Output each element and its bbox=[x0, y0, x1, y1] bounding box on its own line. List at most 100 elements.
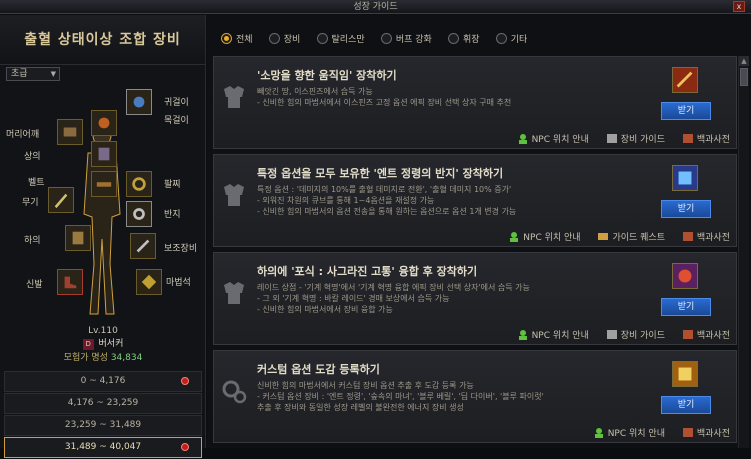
receive-button[interactable]: 받기 bbox=[661, 396, 711, 414]
encyclopedia-icon bbox=[682, 134, 693, 143]
grade-value: 초급 bbox=[11, 69, 28, 79]
alert-dot-icon bbox=[181, 377, 189, 385]
encyclopedia-link[interactable]: 백과사전 bbox=[682, 328, 730, 341]
slot-label-shoulder: 머리어깨 bbox=[6, 130, 40, 140]
encyclopedia-link[interactable]: 백과사전 bbox=[682, 132, 730, 145]
link-label: 백과사전 bbox=[696, 233, 730, 243]
encyclopedia-icon bbox=[682, 428, 693, 437]
filter-emblem[interactable]: 휘장 bbox=[447, 33, 480, 47]
npc-location-link[interactable]: NPC 위치 안내 bbox=[517, 328, 589, 341]
link-label: NPC 위치 안내 bbox=[531, 331, 589, 341]
npc-location-link[interactable]: NPC 위치 안내 bbox=[517, 132, 589, 145]
npc-icon bbox=[510, 232, 519, 242]
guide-book-icon bbox=[606, 330, 617, 339]
npc-icon bbox=[594, 428, 603, 438]
fame-label: 모험가 명성 bbox=[63, 353, 108, 363]
armor-icon bbox=[224, 282, 244, 304]
radio-icon bbox=[221, 33, 232, 44]
guide-title: '소망을 향한 움직임' 장착하기 bbox=[257, 69, 397, 82]
armor-icon bbox=[224, 184, 244, 206]
slot-label-pants: 하의 bbox=[24, 236, 41, 246]
grade-dropdown[interactable]: 초급 ▼ bbox=[6, 67, 60, 81]
reward-item-icon bbox=[672, 67, 698, 93]
npc-location-link[interactable]: NPC 위치 안내 bbox=[508, 230, 581, 243]
filter-talisman[interactable]: 탈리스만 bbox=[316, 33, 365, 47]
equipment-guide-link[interactable]: 장비 가이드 bbox=[606, 328, 665, 341]
belt-slot[interactable] bbox=[91, 171, 117, 197]
range-label: 31,489 ~ 40,047 bbox=[64, 442, 142, 452]
gear-icon bbox=[222, 380, 247, 404]
filter-etc[interactable]: 기타 bbox=[495, 33, 527, 47]
link-label: 장비 가이드 bbox=[620, 135, 665, 145]
fusion-reward-icon bbox=[672, 263, 698, 289]
sub-equipment-slot[interactable] bbox=[130, 233, 156, 259]
link-label: NPC 위치 안내 bbox=[531, 135, 589, 145]
character-name: D 버서커 bbox=[0, 337, 206, 351]
character-level: Lv.110 bbox=[88, 326, 118, 336]
filter-label: 장비 bbox=[283, 35, 301, 45]
equipment-guide-link[interactable]: 장비 가이드 bbox=[606, 132, 665, 145]
link-label: 가이드 퀘스트 bbox=[612, 233, 665, 243]
category-filters: 전체 장비 탈리스만 버프 강화 휘장 기타 bbox=[221, 33, 540, 49]
filter-equipment[interactable]: 장비 bbox=[268, 33, 301, 47]
character-info: Lv.110 D 버서커 모험가 명성 34,834 bbox=[0, 325, 206, 370]
guide-list: '소망을 향한 움직임' 장착하기 빼앗긴 땅, 이스핀즈에서 습득 가능 - … bbox=[213, 56, 737, 448]
filter-label: 휘장 bbox=[462, 35, 480, 45]
encyclopedia-link[interactable]: 백과사전 bbox=[682, 426, 730, 439]
shoes-slot[interactable] bbox=[57, 269, 83, 295]
left-header: 출혈 상태이상 조합 장비 bbox=[0, 15, 205, 65]
top-slot[interactable] bbox=[91, 141, 117, 167]
pants-slot[interactable] bbox=[65, 225, 91, 251]
range-label: 4,176 ~ 23,259 bbox=[67, 398, 139, 408]
guide-card: '소망을 향한 움직임' 장착하기 빼앗긴 땅, 이스핀즈에서 습득 가능 - … bbox=[213, 56, 737, 149]
guide-card: 특정 옵션을 모두 보유한 '엔트 정령의 반지' 장착하기 특정 옵션 : '… bbox=[213, 154, 737, 247]
link-label: 백과사전 bbox=[696, 135, 730, 145]
magic-stone-slot[interactable] bbox=[136, 269, 162, 295]
fame-range-1[interactable]: 4,176 ~ 23,259 bbox=[4, 393, 202, 414]
npc-icon bbox=[518, 330, 527, 340]
earring-slot[interactable] bbox=[126, 89, 152, 115]
weapon-slot[interactable] bbox=[48, 187, 74, 213]
option-reward-icon bbox=[672, 361, 698, 387]
receive-button[interactable]: 받기 bbox=[661, 102, 711, 120]
scroll-up-icon[interactable]: ▲ bbox=[739, 56, 749, 66]
range-label: 23,259 ~ 31,489 bbox=[64, 420, 142, 430]
scroll-thumb[interactable] bbox=[740, 68, 748, 86]
equipment-layout: 귀걸이 목걸이 머리어깨 상의 벨트 팔찌 무기 반지 하의 보조장비 신발 마… bbox=[0, 85, 206, 320]
guide-desc: 신비한 힘의 마법서에서 커스텀 장비 옵션 추출 후 도감 등록 가능 - 커… bbox=[257, 381, 544, 412]
fame-range-list: 0 ~ 4,176 4,176 ~ 23,259 23,259 ~ 31,489… bbox=[4, 371, 202, 459]
necklace-slot[interactable] bbox=[91, 110, 117, 136]
receive-button[interactable]: 받기 bbox=[661, 200, 711, 218]
guide-links: NPC 위치 안내 가이드 퀘스트 백과사전 bbox=[494, 230, 730, 243]
guide-links: NPC 위치 안내 장비 가이드 백과사전 bbox=[503, 132, 730, 145]
cube-reward-icon bbox=[672, 165, 698, 191]
filter-buff[interactable]: 버프 강화 bbox=[380, 33, 432, 47]
filter-all[interactable]: 전체 bbox=[221, 33, 253, 47]
fame-value: 34,834 bbox=[110, 353, 143, 363]
filter-label: 탈리스만 bbox=[331, 35, 365, 45]
encyclopedia-link[interactable]: 백과사전 bbox=[682, 230, 730, 243]
npc-location-link[interactable]: NPC 위치 안내 bbox=[593, 426, 665, 439]
radio-icon bbox=[316, 33, 328, 44]
guide-title: 하의에 '포식 : 사그라진 고통' 융합 후 장착하기 bbox=[257, 265, 478, 278]
guide-title: 커스텀 옵션 도감 등록하기 bbox=[257, 363, 380, 376]
link-label: 백과사전 bbox=[696, 429, 730, 439]
close-button[interactable]: x bbox=[733, 1, 745, 12]
class-badge: D bbox=[82, 339, 94, 350]
link-label: NPC 위치 안내 bbox=[523, 233, 581, 243]
ring-slot[interactable] bbox=[126, 201, 152, 227]
receive-button[interactable]: 받기 bbox=[661, 298, 711, 316]
fame-range-2[interactable]: 23,259 ~ 31,489 bbox=[4, 415, 202, 436]
slot-label-earring: 귀걸이 bbox=[164, 98, 189, 108]
fame-range-0[interactable]: 0 ~ 4,176 bbox=[4, 371, 202, 392]
radio-icon bbox=[447, 33, 459, 44]
scrollbar[interactable]: ▲ bbox=[738, 56, 749, 448]
shoulder-slot[interactable] bbox=[57, 119, 83, 145]
left-panel: 출혈 상태이상 조합 장비 초급 ▼ 귀걸이 목걸이 머리어깨 상의 벨트 팔찌… bbox=[0, 15, 206, 458]
slot-label-shoes: 신발 bbox=[26, 280, 43, 290]
radio-icon bbox=[268, 33, 280, 44]
guide-quest-link[interactable]: 가이드 퀘스트 bbox=[597, 230, 665, 243]
bracelet-slot[interactable] bbox=[126, 171, 152, 197]
class-name: 버서커 bbox=[98, 339, 124, 349]
guide-desc: 빼앗긴 땅, 이스핀즈에서 습득 가능 - 신비한 힘의 마법서에서 이스핀즈 … bbox=[257, 87, 512, 107]
